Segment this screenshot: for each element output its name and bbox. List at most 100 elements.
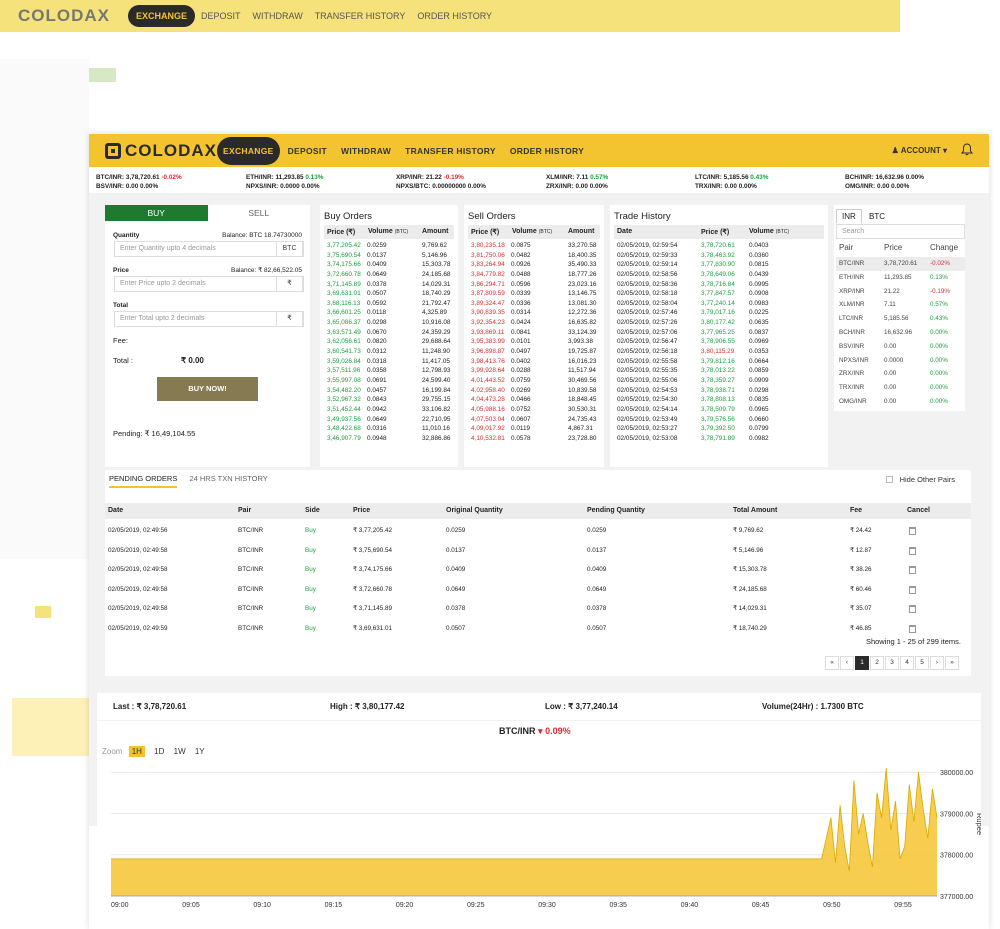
- page-button[interactable]: »: [945, 656, 959, 670]
- trash-icon[interactable]: [909, 527, 916, 535]
- ticker-item[interactable]: XRP/INR: 21.22 -0.19%: [396, 173, 464, 182]
- page-button[interactable]: ‹: [840, 656, 854, 670]
- nav-deposit[interactable]: DEPOSIT: [288, 146, 327, 156]
- ticker-item[interactable]: LTC/INR: 5,185.56 0.43%: [695, 173, 768, 182]
- order-row[interactable]: 3,80,235.18 0.0875 33,270.58: [468, 241, 600, 251]
- order-row[interactable]: 3,60,541.73 0.0312 11,248.90: [324, 347, 454, 357]
- order-row[interactable]: 3,71,145.89 0.0378 14,029.31: [324, 280, 454, 290]
- tab-24h-history[interactable]: 24 HRS TXN HISTORY: [189, 474, 267, 483]
- total-input[interactable]: Enter Total upto 2 decimals ₹: [114, 311, 304, 327]
- order-row[interactable]: 3,48,422.68 0.0316 11,010.16: [324, 424, 454, 434]
- ticker-item[interactable]: BCH/INR: 16,632.96 0.00%: [845, 173, 924, 182]
- market-row[interactable]: XLM/INR 7.11 0.57%: [836, 298, 965, 312]
- ticker-item[interactable]: BTC/INR: 3,78,720.61 -0.02%: [96, 173, 182, 182]
- nav-exchange[interactable]: EXCHANGE: [217, 136, 280, 165]
- market-row[interactable]: LTC/INR 5,185.56 0.43%: [836, 312, 965, 326]
- order-row[interactable]: 4,09,017.92 0.0119 4,867.31: [468, 424, 600, 434]
- page-button[interactable]: ›: [930, 656, 944, 670]
- order-row[interactable]: 3,69,631.01 0.0507 18,740.29: [324, 289, 454, 299]
- ticker-item[interactable]: TRX/INR: 0.00 0.00%: [695, 182, 757, 191]
- trash-icon[interactable]: [909, 624, 916, 633]
- ticker-item[interactable]: XLM/INR: 7.11 0.57%: [546, 173, 608, 182]
- order-row[interactable]: 4,04,473.28 0.0466 18,848.45: [468, 395, 600, 405]
- zoom-1h[interactable]: 1H: [128, 746, 145, 757]
- market-search-input[interactable]: Search: [836, 224, 965, 239]
- market-row[interactable]: BTC/INR 3,78,720.61 -0.02%: [836, 257, 965, 271]
- order-row[interactable]: 3,54,482.20 0.0457 16,199.84: [324, 386, 454, 396]
- order-row[interactable]: 3,59,026.84 0.0318 11,417.05: [324, 357, 454, 367]
- page-button[interactable]: 5: [915, 656, 929, 670]
- page-button[interactable]: 1: [855, 656, 869, 670]
- bell-icon[interactable]: [961, 143, 973, 156]
- market-row[interactable]: BCH/INR 16,632.96 0.00%: [836, 326, 965, 340]
- nav-transfer-history[interactable]: TRANSFER HISTORY: [405, 146, 496, 156]
- order-row[interactable]: 3,89,324.47 0.0336 13,081.30: [468, 299, 600, 309]
- market-row[interactable]: TRX/INR 0.00 0.00%: [836, 381, 965, 395]
- page-button[interactable]: «: [825, 656, 839, 670]
- hide-other-pairs-toggle[interactable]: Hide Other Pairs: [886, 475, 955, 484]
- page-button[interactable]: 3: [885, 656, 899, 670]
- trash-icon[interactable]: [909, 585, 916, 594]
- ticker-item[interactable]: ETH/INR: 11,293.85 0.13%: [246, 173, 323, 182]
- order-row[interactable]: 3,87,809.59 0.0339 13,146.75: [468, 289, 600, 299]
- zoom-1y[interactable]: 1Y: [195, 747, 205, 756]
- order-row[interactable]: 3,93,869.11 0.0841 33,124.39: [468, 328, 600, 338]
- order-row[interactable]: 3,99,928.64 0.0288 11,517.94: [468, 366, 600, 376]
- tab-pending-orders[interactable]: PENDING ORDERS: [109, 474, 178, 488]
- price-input[interactable]: Enter Price upto 2 decimals ₹: [114, 276, 304, 292]
- market-row[interactable]: ETH/INR 11,293.85 0.13%: [836, 271, 965, 285]
- tab-buy[interactable]: BUY: [105, 205, 208, 221]
- quantity-input[interactable]: Enter Quantity upto 4 decimals BTC: [114, 241, 304, 257]
- order-row[interactable]: 3,57,511.96 0.0358 12,798.93: [324, 366, 454, 376]
- ticker-item[interactable]: NPXS/BTC: 0.00000000 0.00%: [396, 182, 486, 191]
- buy-now-button[interactable]: BUY NOW!: [157, 377, 258, 401]
- market-row[interactable]: XRP/INR 21.22 -0.19%: [836, 285, 965, 299]
- order-row[interactable]: 3,62,056.61 0.0820 29,688.64: [324, 337, 454, 347]
- order-row[interactable]: 3,86,294.71 0.0596 23,023.16: [468, 280, 600, 290]
- order-row[interactable]: 3,84,779.82 0.0488 18,777.26: [468, 270, 600, 280]
- order-row[interactable]: 3,95,383.99 0.0101 3,993.38: [468, 337, 600, 347]
- order-row[interactable]: 4,05,988.16 0.0752 30,530.31: [468, 405, 600, 415]
- ticker-item[interactable]: BSV/INR: 0.00 0.00%: [96, 182, 158, 191]
- nav-withdraw[interactable]: WITHDRAW: [341, 146, 391, 156]
- hide-pairs-checkbox[interactable]: [886, 476, 894, 483]
- order-row[interactable]: 3,52,967.32 0.0843 29,755.15: [324, 395, 454, 405]
- page-button[interactable]: 2: [870, 656, 884, 670]
- order-row[interactable]: 3,72,660.78 0.0649 24,185.68: [324, 270, 454, 280]
- order-row[interactable]: 3,77,205.42 0.0259 9,769.62: [324, 241, 454, 251]
- order-row[interactable]: 3,98,413.76 0.0402 16,016.23: [468, 357, 600, 367]
- nav-order-history[interactable]: ORDER HISTORY: [510, 146, 584, 156]
- ticker-item[interactable]: OMG/INR: 0.00 0.00%: [845, 182, 909, 191]
- trash-icon[interactable]: [909, 566, 916, 574]
- order-row[interactable]: 3,90,839.35 0.0314 12,272.36: [468, 308, 600, 318]
- zoom-1w[interactable]: 1W: [174, 747, 186, 756]
- order-row[interactable]: 3,96,898.87 0.0497 19,725.87: [468, 347, 600, 357]
- order-row[interactable]: 3,66,601.25 0.0118 4,325.89: [324, 308, 454, 318]
- order-row[interactable]: 3,92,354.23 0.0424 16,635.82: [468, 318, 600, 328]
- order-row[interactable]: 4,01,443.52 0.0759 30,469.56: [468, 376, 600, 386]
- market-row[interactable]: OMG/INR 0.00 0.00%: [836, 395, 965, 409]
- market-row[interactable]: NPXS/INR 0.0000 0.00%: [836, 354, 965, 368]
- order-row[interactable]: 3,55,997.08 0.0691 24,599.40: [324, 376, 454, 386]
- order-row[interactable]: 3,68,116.13 0.0592 21,792.47: [324, 299, 454, 309]
- order-row[interactable]: 3,75,690.54 0.0137 5,146.96: [324, 251, 454, 261]
- page-button[interactable]: 4: [900, 656, 914, 670]
- order-row[interactable]: 3,63,571.49 0.0670 24,359.29: [324, 328, 454, 338]
- order-row[interactable]: 4,10,532.81 0.0578 23,728.80: [468, 434, 600, 444]
- order-row[interactable]: 3,83,264.94 0.0926 35,490.33: [468, 260, 600, 270]
- market-row[interactable]: ZRX/INR 0.00 0.00%: [836, 367, 965, 381]
- account-menu[interactable]: ♟ ACCOUNT ▾: [892, 146, 947, 155]
- tab-inr[interactable]: INR: [836, 209, 862, 223]
- order-row[interactable]: 4,07,503.04 0.0607 24,735.43: [468, 415, 600, 425]
- tab-btc[interactable]: BTC: [864, 210, 890, 223]
- order-row[interactable]: 3,46,907.79 0.0948 32,886.86: [324, 434, 454, 444]
- order-row[interactable]: 3,81,750.06 0.0482 18,400.35: [468, 251, 600, 261]
- market-row[interactable]: BSV/INR 0.00 0.00%: [836, 340, 965, 354]
- ticker-item[interactable]: NPXS/INR: 0.0000 0.00%: [246, 182, 320, 191]
- order-row[interactable]: 3,65,086.37 0.0298 10,916.08: [324, 318, 454, 328]
- trash-icon[interactable]: [909, 546, 916, 555]
- order-row[interactable]: 3,49,937.56 0.0649 22,710.95: [324, 415, 454, 425]
- order-row[interactable]: 3,51,452.44 0.0942 33,106.82: [324, 405, 454, 415]
- logo[interactable]: COLODAX: [105, 141, 217, 161]
- ticker-item[interactable]: ZRX/INR: 0.00 0.00%: [546, 182, 608, 191]
